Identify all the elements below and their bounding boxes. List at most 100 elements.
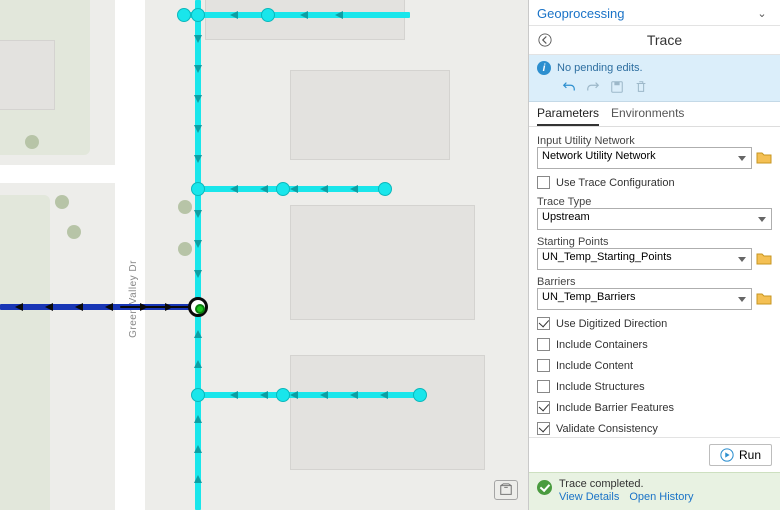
- include-containers-checkbox[interactable]: [537, 338, 550, 351]
- flow-arrow-icon: [290, 185, 298, 193]
- flow-arrow-icon: [194, 270, 202, 278]
- tab-parameters[interactable]: Parameters: [537, 106, 599, 126]
- flow-arrow-icon: [300, 11, 308, 19]
- flow-arrow-icon: [194, 155, 202, 163]
- checkbox-label: Include Containers: [556, 339, 648, 351]
- road: [115, 0, 145, 510]
- discard-edits-icon[interactable]: [631, 77, 651, 97]
- flow-arrow-icon: [350, 185, 358, 193]
- trace-node: [413, 388, 427, 402]
- checkbox-label: Include Structures: [556, 381, 645, 393]
- park-block: [0, 195, 50, 510]
- flow-arrow-icon: [194, 65, 202, 73]
- tab-environments[interactable]: Environments: [611, 106, 684, 126]
- browse-folder-icon[interactable]: [756, 251, 772, 268]
- tab-bar: Parameters Environments: [529, 102, 780, 127]
- undo-icon[interactable]: [559, 77, 579, 97]
- include-content-checkbox[interactable]: [537, 359, 550, 372]
- flow-arrow-icon: [320, 391, 328, 399]
- flow-arrow-icon: [230, 11, 238, 19]
- tree-icon: [178, 200, 192, 214]
- starting-points-select[interactable]: UN_Temp_Starting_Points: [537, 248, 752, 270]
- starting-point-node[interactable]: [188, 297, 208, 317]
- flow-arrow-icon: [194, 360, 202, 368]
- flow-arrow-icon: [350, 391, 358, 399]
- map-view[interactable]: Green Valley Dr: [0, 0, 528, 510]
- trace-type-select[interactable]: Upstream: [537, 208, 772, 230]
- trace-node: [177, 8, 191, 22]
- checkbox-label: Include Content: [556, 360, 633, 372]
- checkbox-label: Validate Consistency: [556, 423, 658, 435]
- flow-arrow-icon: [335, 11, 343, 19]
- checkbox-label: Include Barrier Features: [556, 402, 674, 414]
- flow-arrow-icon: [194, 330, 202, 338]
- use-trace-configuration-checkbox[interactable]: [537, 176, 550, 189]
- flow-arrow-icon: [15, 303, 23, 311]
- chevron-down-icon[interactable]: ⌄: [752, 3, 772, 23]
- view-details-link[interactable]: View Details: [559, 491, 619, 503]
- tool-name: Trace: [555, 32, 774, 48]
- building-footprint: [290, 355, 485, 470]
- checkbox-label: Use Trace Configuration: [556, 177, 675, 189]
- flow-arrow-icon: [105, 303, 113, 311]
- flow-arrow-icon: [290, 391, 298, 399]
- flow-arrow-icon: [194, 95, 202, 103]
- trace-node: [191, 182, 205, 196]
- flow-arrow-icon: [140, 303, 148, 311]
- flow-arrow-icon: [45, 303, 53, 311]
- info-icon: i: [537, 61, 551, 75]
- param-label: Starting Points: [537, 236, 772, 248]
- status-bar: Trace completed. View Details Open Histo…: [529, 472, 780, 510]
- pending-edits-text: No pending edits.: [557, 62, 643, 74]
- flow-arrow-icon: [194, 240, 202, 248]
- open-history-link[interactable]: Open History: [629, 491, 693, 503]
- flow-arrow-icon: [194, 125, 202, 133]
- map-status-icon[interactable]: [494, 480, 518, 500]
- tool-header: Trace: [529, 26, 780, 55]
- flow-arrow-icon: [320, 185, 328, 193]
- building-footprint: [290, 205, 475, 320]
- checkbox-label: Use Digitized Direction: [556, 318, 667, 330]
- trace-node: [191, 8, 205, 22]
- run-bar: Run: [529, 437, 780, 472]
- panel-title: Geoprocessing: [537, 6, 624, 21]
- flow-arrow-icon: [260, 391, 268, 399]
- building-footprint: [0, 40, 55, 110]
- flow-arrow-icon: [194, 475, 202, 483]
- status-message: Trace completed.: [559, 478, 694, 490]
- input-utility-network-select[interactable]: Network Utility Network: [537, 147, 752, 169]
- tree-icon: [67, 225, 81, 239]
- barriers-select[interactable]: UN_Temp_Barriers: [537, 288, 752, 310]
- trace-node: [276, 388, 290, 402]
- param-label: Trace Type: [537, 196, 772, 208]
- flow-arrow-icon: [380, 391, 388, 399]
- run-button[interactable]: Run: [709, 444, 772, 466]
- parameters-section: Input Utility Network Network Utility Ne…: [529, 127, 780, 437]
- trace-segment: [180, 12, 410, 18]
- validate-consistency-checkbox[interactable]: [537, 422, 550, 435]
- use-digitized-direction-checkbox[interactable]: [537, 317, 550, 330]
- back-icon[interactable]: [535, 30, 555, 50]
- flow-arrow-icon: [165, 303, 173, 311]
- include-structures-checkbox[interactable]: [537, 380, 550, 393]
- redo-icon[interactable]: [583, 77, 603, 97]
- flow-arrow-icon: [260, 185, 268, 193]
- success-icon: [537, 480, 552, 495]
- browse-folder-icon[interactable]: [756, 150, 772, 167]
- browse-folder-icon[interactable]: [756, 291, 772, 308]
- param-label: Barriers: [537, 276, 772, 288]
- panel-header: Geoprocessing ⌄: [529, 0, 780, 26]
- flow-arrow-icon: [194, 210, 202, 218]
- param-label: Input Utility Network: [537, 135, 772, 147]
- road: [0, 165, 145, 183]
- trace-node: [378, 182, 392, 196]
- flow-arrow-icon: [194, 35, 202, 43]
- flow-arrow-icon: [194, 445, 202, 453]
- street-label: Green Valley Dr: [128, 260, 139, 338]
- building-footprint: [290, 70, 450, 160]
- trace-node: [261, 8, 275, 22]
- flow-arrow-icon: [75, 303, 83, 311]
- tree-icon: [25, 135, 39, 149]
- save-edits-icon[interactable]: [607, 77, 627, 97]
- include-barrier-features-checkbox[interactable]: [537, 401, 550, 414]
